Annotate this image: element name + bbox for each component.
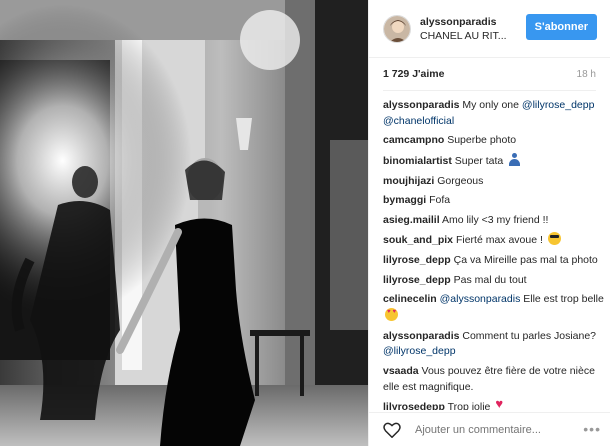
comment-item: alyssonparadis Comment tu parles Josiane… bbox=[383, 329, 604, 361]
comment-text: Ça va Mireille pas mal ta photo bbox=[453, 253, 598, 266]
comment-item: vsaada Vous pouvez être fière de votre n… bbox=[383, 364, 604, 396]
comment-username[interactable]: celinecelin bbox=[383, 293, 437, 305]
comment-text: Pas mal du tout bbox=[453, 273, 527, 286]
comment-username[interactable]: vsaada bbox=[383, 365, 419, 377]
comment-text: Fofa bbox=[429, 194, 451, 207]
comment-text: My only one bbox=[462, 99, 522, 111]
comment-item: lilyrosedepp Trop jolie bbox=[383, 396, 604, 410]
comment-username[interactable]: moujhijazi bbox=[383, 175, 434, 187]
cool-emoji-icon bbox=[547, 232, 561, 246]
comment-item: alyssonparadis My only one @lilyrose_dep… bbox=[383, 98, 604, 130]
comment-username[interactable]: souk_and_pix bbox=[383, 234, 453, 246]
post-photo[interactable] bbox=[0, 0, 368, 446]
comment-input[interactable] bbox=[415, 423, 555, 436]
comment-bar: ••• bbox=[369, 412, 610, 446]
comment-username[interactable]: asieg.mailil bbox=[383, 214, 440, 226]
comment-item: moujhijazi Gorgeous bbox=[383, 174, 604, 190]
comment-item: camcampno Superbe photo bbox=[383, 133, 604, 149]
comment-username[interactable]: bymaggi bbox=[383, 194, 426, 206]
post-author: alyssonparadis CHANEL AU RIT... bbox=[420, 15, 530, 43]
mention-link[interactable]: @lilyrose_depp bbox=[383, 345, 456, 357]
comment-username[interactable]: alyssonparadis bbox=[383, 99, 459, 111]
comment-item: binomialartist Super tata bbox=[383, 152, 604, 170]
comment-username[interactable]: lilyrose_depp bbox=[383, 254, 451, 266]
comment-text: Fierté max avoue ! bbox=[455, 234, 546, 247]
location-link[interactable]: CHANEL AU RIT... bbox=[420, 29, 530, 43]
love-emoji-icon bbox=[385, 307, 398, 321]
heart-emoji-icon bbox=[495, 396, 507, 410]
comment-username[interactable]: lilyrose_depp bbox=[383, 274, 451, 286]
comment-item: bymaggi Fofa bbox=[383, 193, 604, 209]
post-sidebar: alyssonparadis CHANEL AU RIT... S'abonne… bbox=[368, 0, 610, 446]
comment-username[interactable]: camcampno bbox=[383, 134, 444, 146]
comment-text: Amo lily <3 my friend !! bbox=[441, 213, 549, 226]
username-link[interactable]: alyssonparadis bbox=[420, 15, 530, 29]
comment-username[interactable]: binomialartist bbox=[383, 155, 452, 167]
comment-text: Trop jolie bbox=[447, 401, 494, 410]
comment-text: Gorgeous bbox=[437, 174, 484, 187]
comment-text: Superbe photo bbox=[447, 134, 517, 147]
comment-item: lilyrose_depp Ça va Mireille pas mal ta … bbox=[383, 253, 604, 269]
comment-text: Elle est trop belle bbox=[520, 293, 604, 306]
comment-username[interactable]: alyssonparadis bbox=[383, 330, 459, 342]
comment-text: Comment tu parles Josiane? bbox=[462, 329, 597, 342]
comment-item: celinecelin @alyssonparadis Elle est tro… bbox=[383, 292, 604, 325]
mention-link[interactable]: @lilyrose_depp bbox=[522, 99, 595, 111]
likes-count[interactable]: 1 729 J'aime bbox=[383, 68, 444, 80]
comments-list: alyssonparadis My only one @lilyrose_dep… bbox=[383, 98, 604, 410]
comment-item: asieg.mailil Amo lily <3 my friend !! bbox=[383, 213, 604, 229]
comment-item: lilyrose_depp Pas mal du tout bbox=[383, 273, 604, 289]
more-options-icon[interactable]: ••• bbox=[583, 422, 601, 436]
like-button[interactable] bbox=[383, 421, 401, 439]
comment-username[interactable]: lilyrosedepp bbox=[383, 401, 445, 410]
runway-photo bbox=[0, 0, 368, 446]
post-stats: 1 729 J'aime 18 h bbox=[383, 58, 596, 91]
heart-outline-icon bbox=[383, 422, 401, 438]
comment-item: souk_and_pix Fierté max avoue ! bbox=[383, 232, 604, 249]
post-header: alyssonparadis CHANEL AU RIT... S'abonne… bbox=[369, 0, 610, 58]
mention-link[interactable]: @chanelofficial bbox=[383, 115, 454, 127]
person-emoji-icon bbox=[508, 152, 521, 166]
mention-link[interactable]: @alyssonparadis bbox=[440, 293, 521, 305]
avatar-image bbox=[384, 15, 410, 42]
post-timestamp[interactable]: 18 h bbox=[577, 69, 596, 80]
avatar[interactable] bbox=[383, 14, 411, 43]
instagram-post: alyssonparadis CHANEL AU RIT... S'abonne… bbox=[0, 0, 610, 446]
follow-button[interactable]: S'abonner bbox=[525, 14, 597, 40]
comment-text: Super tata bbox=[454, 154, 507, 167]
